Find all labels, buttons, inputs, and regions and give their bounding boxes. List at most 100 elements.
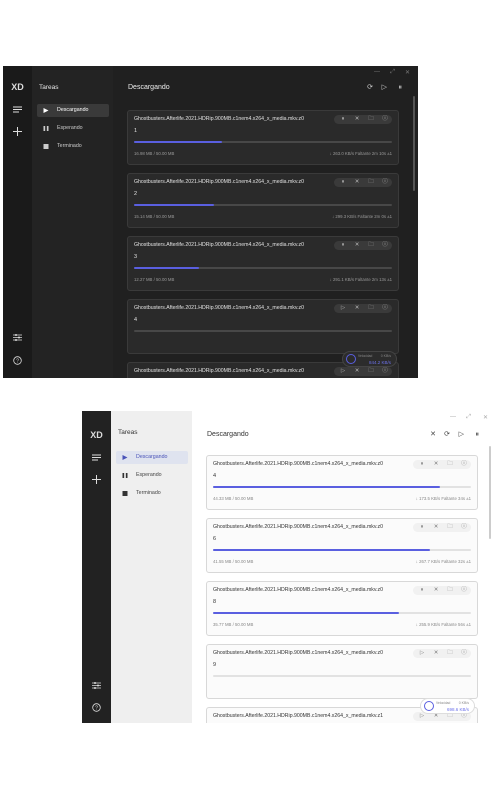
progress-track — [213, 486, 471, 488]
download-stats: ↓ 173.5 KB/s Faltante 34s ⩓1 — [415, 496, 471, 501]
info-icon[interactable]: ⓘ — [378, 115, 392, 124]
play-all-icon[interactable]: ▷ — [459, 431, 464, 439]
close-icon[interactable]: ✕ — [429, 649, 443, 658]
stop-icon — [122, 491, 128, 496]
progress-fill — [134, 141, 222, 143]
file-name: Ghostbusters.Afterlife.2021.HDRip.900MB.… — [134, 242, 305, 248]
scrollbar[interactable] — [413, 96, 415, 191]
card-actions: ▷ ✕ 🗀 ⓘ — [413, 649, 471, 658]
folder-icon[interactable]: 🗀 — [364, 304, 378, 313]
folder-icon[interactable]: 🗀 — [443, 649, 457, 658]
info-icon[interactable]: ⓘ — [378, 178, 392, 187]
close-window-icon[interactable]: ✕ — [483, 414, 488, 421]
download-stats: ↓ 291.1 KB/s Faltante 2m 13s ⩓1 — [329, 277, 392, 282]
close-icon[interactable]: ✕ — [429, 460, 443, 469]
sliders-icon[interactable] — [82, 679, 111, 691]
speedometer-icon — [346, 354, 356, 364]
nav-finished[interactable]: Terminado — [37, 140, 109, 153]
download-card[interactable]: Ghostbusters.Afterlife.2021.HDRip.900MB.… — [127, 299, 399, 354]
file-name: Ghostbusters.Afterlife.2021.HDRip.900MB.… — [213, 650, 384, 656]
info-icon[interactable]: ⓘ — [457, 649, 471, 658]
pause-icon[interactable]: ⏸ — [415, 586, 429, 595]
task-number: 4 — [134, 317, 138, 323]
download-card[interactable]: Ghostbusters.Afterlife.2021.HDRip.900MB.… — [127, 110, 399, 165]
card-actions: ▷ ✕ 🗀 ⓘ — [334, 367, 392, 376]
close-icon[interactable]: ✕ — [350, 304, 364, 313]
plus-icon[interactable] — [3, 125, 32, 137]
help-icon[interactable]: ? — [82, 701, 111, 713]
download-card[interactable]: Ghostbusters.Afterlife.2021.HDRip.900MB.… — [127, 173, 399, 228]
download-card[interactable]: Ghostbusters.Afterlife.2021.HDRip.900MB.… — [206, 644, 478, 699]
close-icon[interactable]: ✕ — [429, 586, 443, 595]
pause-icon[interactable]: ⏸ — [336, 241, 350, 250]
info-icon[interactable]: ⓘ — [457, 586, 471, 595]
download-card[interactable]: Ghostbusters.Afterlife.2021.HDRip.900MB.… — [206, 518, 478, 573]
close-window-icon[interactable]: ✕ — [405, 69, 410, 76]
maximize-icon[interactable]: ⤢ — [390, 69, 395, 76]
pause-all-icon[interactable]: ⏸ — [476, 431, 480, 439]
nav-label: Esperando — [57, 125, 83, 131]
progress-fill — [213, 486, 441, 488]
nav-waiting[interactable]: Esperando — [116, 469, 188, 482]
folder-icon[interactable]: 🗀 — [443, 523, 457, 532]
menu-icon[interactable] — [3, 103, 32, 115]
minimize-icon[interactable]: — — [450, 414, 456, 420]
nav-waiting[interactable]: Esperando — [37, 122, 109, 135]
minimize-icon[interactable]: — — [374, 69, 380, 75]
refresh-icon[interactable]: ⟳ — [444, 431, 450, 439]
card-actions: ⏸ ✕ 🗀 ⓘ — [334, 241, 392, 250]
play-icon — [43, 108, 49, 113]
file-size: 35.77 MB / 50.00 MB — [213, 622, 254, 627]
play-icon[interactable]: ▷ — [336, 304, 350, 313]
folder-icon[interactable]: 🗀 — [364, 115, 378, 124]
task-sidebar: Tareas Descargando Esperando Terminado — [111, 411, 192, 723]
scrollbar[interactable] — [489, 446, 491, 539]
task-sidebar: Tareas Descargando Esperando Terminado — [32, 66, 113, 378]
maximize-icon[interactable]: ⤢ — [466, 414, 471, 421]
download-card[interactable]: Ghostbusters.Afterlife.2021.HDRip.900MB.… — [206, 581, 478, 636]
pause-icon[interactable]: ⏸ — [336, 178, 350, 187]
refresh-icon[interactable]: ⟳ — [367, 84, 373, 92]
download-card[interactable]: Ghostbusters.Afterlife.2021.HDRip.900MB.… — [127, 236, 399, 291]
play-icon[interactable]: ▷ — [336, 367, 350, 376]
plus-icon[interactable] — [82, 473, 111, 485]
folder-icon[interactable]: 🗀 — [443, 460, 457, 469]
card-actions: ▷ ✕ 🗀 ⓘ — [334, 304, 392, 313]
help-icon[interactable]: ? — [3, 354, 32, 366]
card-actions: ⏸ ✕ 🗀 ⓘ — [334, 178, 392, 187]
pause-all-icon[interactable]: ⏸ — [399, 84, 403, 92]
sliders-icon[interactable] — [3, 331, 32, 343]
close-icon[interactable]: ✕ — [350, 367, 364, 376]
download-stats: ↓ 255.9 KB/s Faltante 56s ⩓1 — [415, 622, 471, 627]
play-icon[interactable]: ▷ — [415, 649, 429, 658]
menu-icon[interactable] — [82, 451, 111, 463]
info-icon[interactable]: ⓘ — [457, 523, 471, 532]
nav-finished[interactable]: Terminado — [116, 487, 188, 500]
download-card[interactable]: Ghostbusters.Afterlife.2021.HDRip.900MB.… — [206, 455, 478, 510]
pause-icon[interactable]: ⏸ — [415, 523, 429, 532]
folder-icon[interactable]: 🗀 — [443, 586, 457, 595]
close-icon[interactable]: ✕ — [350, 178, 364, 187]
progress-fill — [134, 204, 214, 206]
nav-label: Terminado — [57, 143, 82, 149]
pause-icon — [122, 473, 128, 478]
nav-downloading[interactable]: Descargando — [37, 104, 109, 117]
close-icon[interactable]: ✕ — [429, 523, 443, 532]
info-icon[interactable]: ⓘ — [378, 304, 392, 313]
info-icon[interactable]: ⓘ — [457, 460, 471, 469]
folder-icon[interactable]: 🗀 — [364, 241, 378, 250]
nav-downloading[interactable]: Descargando — [116, 451, 188, 464]
info-icon[interactable]: ⓘ — [378, 241, 392, 250]
close-icon[interactable]: ✕ — [350, 115, 364, 124]
close-icon[interactable]: ✕ — [430, 431, 436, 439]
folder-icon[interactable]: 🗀 — [364, 367, 378, 376]
info-icon[interactable]: ⓘ — [378, 367, 392, 376]
task-number: 4 — [213, 473, 217, 479]
close-icon[interactable]: ✕ — [350, 241, 364, 250]
pause-icon[interactable]: ⏸ — [415, 460, 429, 469]
folder-icon[interactable]: 🗀 — [364, 178, 378, 187]
pause-icon[interactable]: ⏸ — [336, 115, 350, 124]
task-number: 6 — [213, 536, 217, 542]
page-title: Descargando — [128, 84, 170, 91]
play-all-icon[interactable]: ▷ — [382, 84, 387, 92]
